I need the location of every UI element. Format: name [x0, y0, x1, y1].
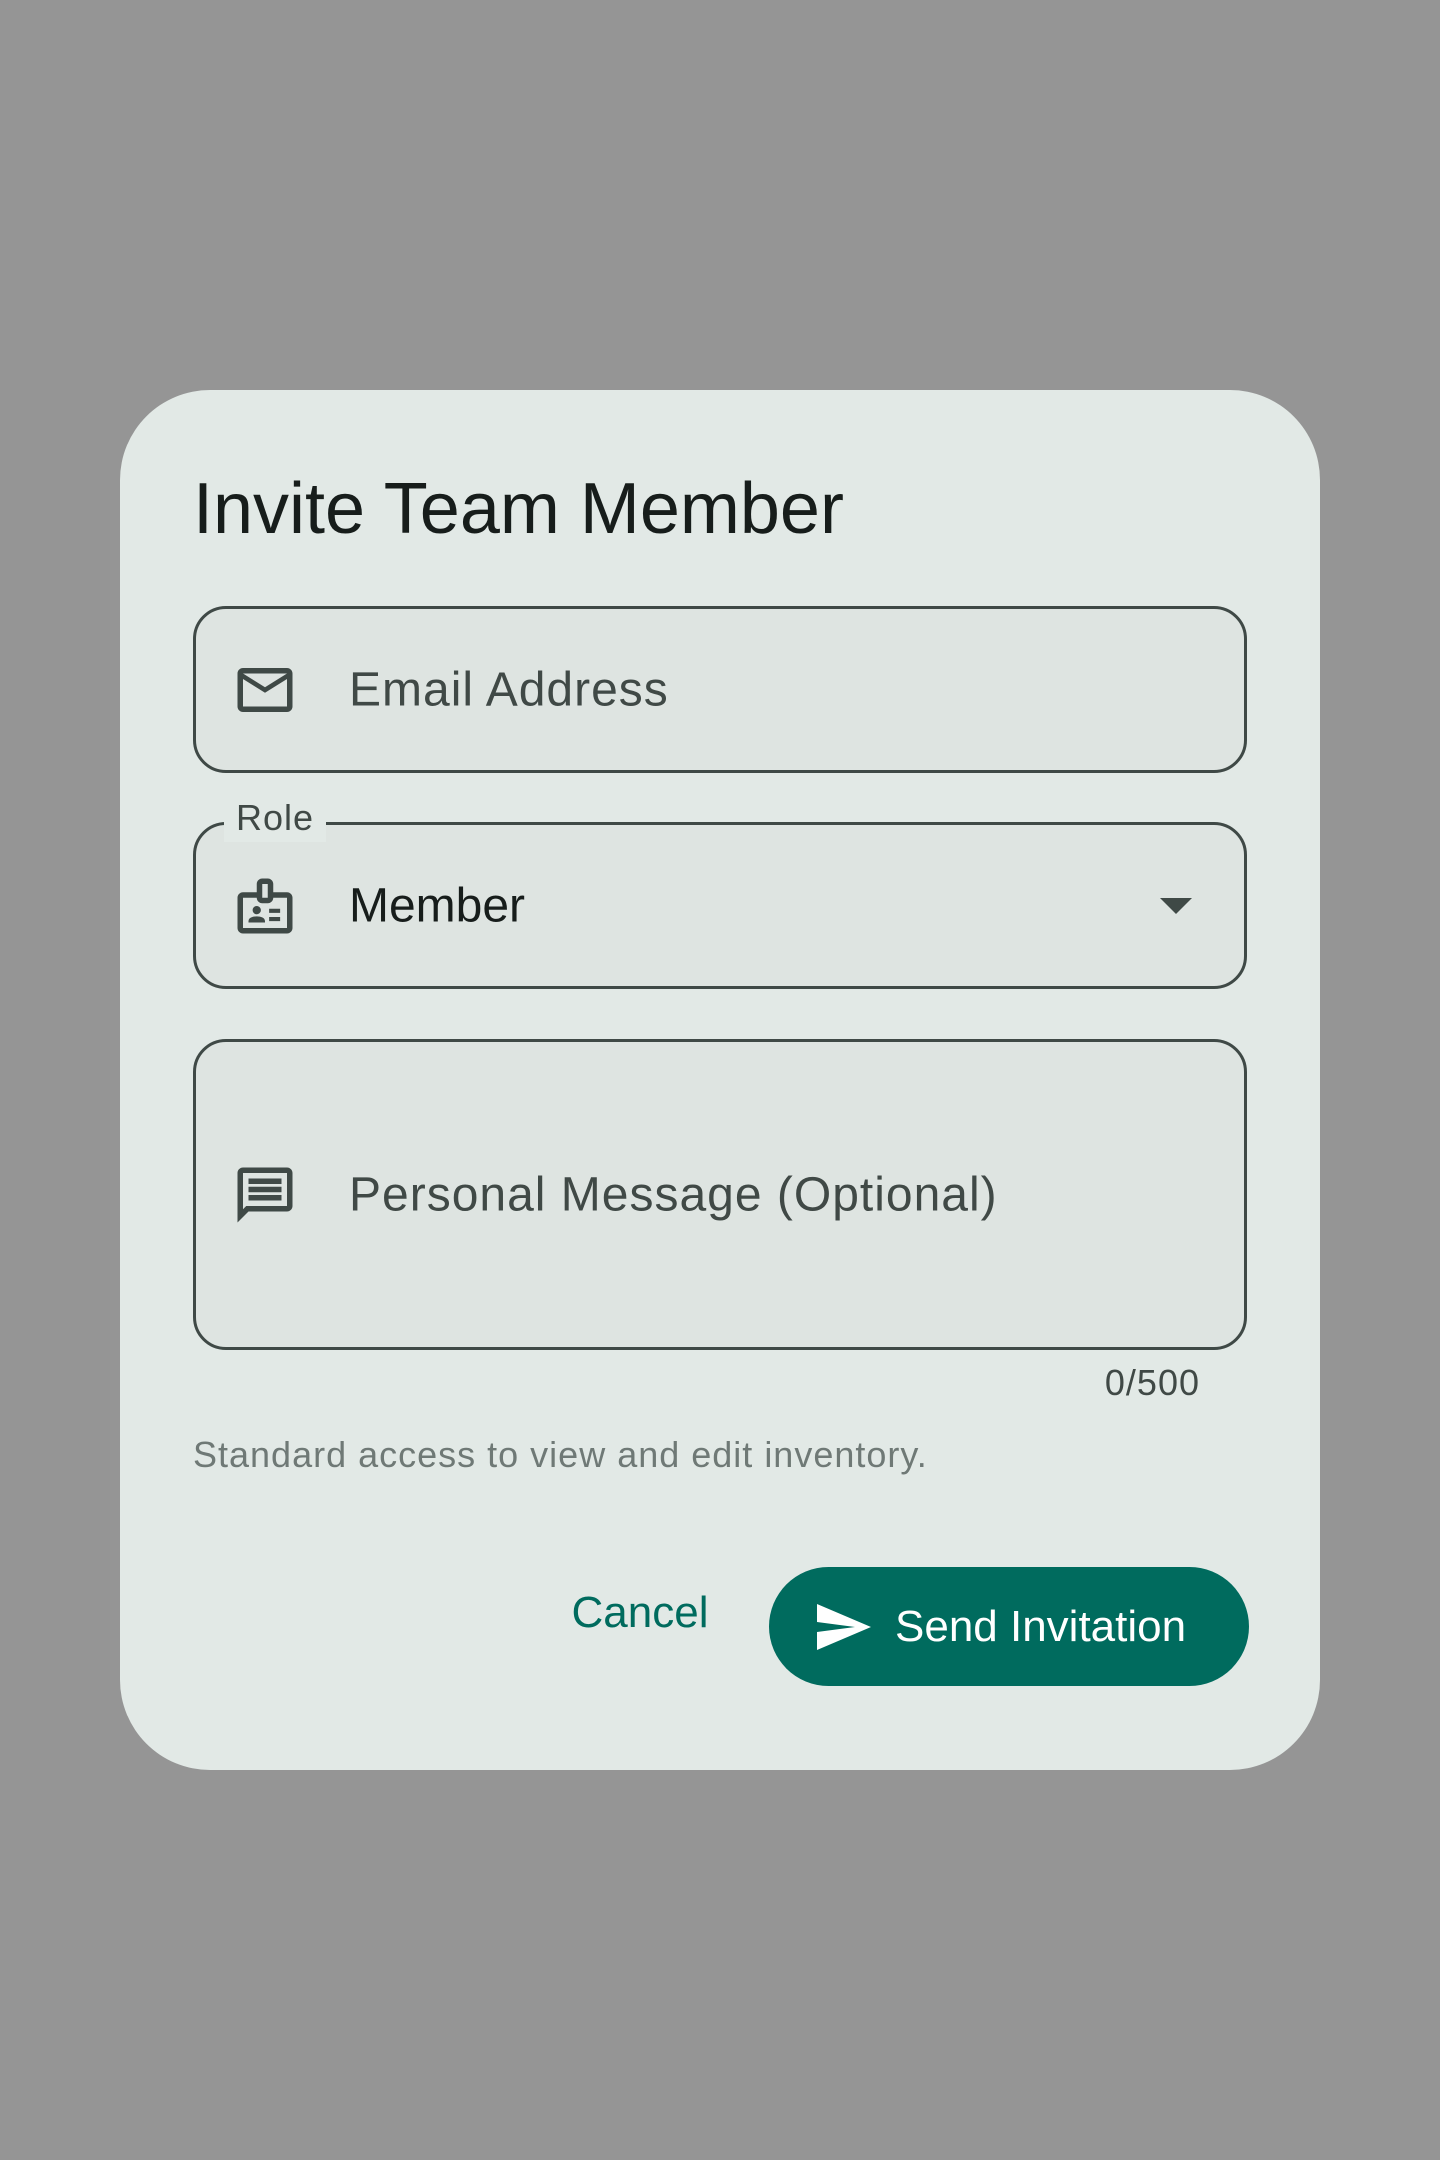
send-invitation-button[interactable]: Send Invitation — [769, 1567, 1249, 1686]
invite-dialog: Invite Team Member Email Address Role Me… — [120, 390, 1320, 1770]
message-field[interactable]: Personal Message (Optional) — [193, 1039, 1247, 1350]
cancel-button[interactable]: Cancel — [560, 1568, 720, 1658]
role-value: Member — [349, 879, 526, 932]
email-placeholder: Email Address — [349, 663, 669, 716]
role-helper-text: Standard access to view and edit invento… — [193, 1434, 928, 1475]
dropdown-arrow-icon[interactable] — [1158, 896, 1194, 916]
dialog-title: Invite Team Member — [193, 469, 844, 549]
send-invitation-label: Send Invitation — [895, 1601, 1187, 1651]
role-label: Role — [224, 795, 327, 842]
cancel-label: Cancel — [571, 1588, 709, 1637]
role-select[interactable]: Role Member — [193, 795, 1247, 989]
send-icon — [817, 1603, 871, 1650]
character-counter: 0/500 — [1104, 1362, 1200, 1403]
email-field[interactable]: Email Address — [193, 606, 1247, 773]
message-placeholder: Personal Message (Optional) — [349, 1168, 998, 1221]
badge-icon — [232, 873, 298, 939]
message-icon — [232, 1162, 298, 1228]
mail-icon — [232, 657, 298, 723]
